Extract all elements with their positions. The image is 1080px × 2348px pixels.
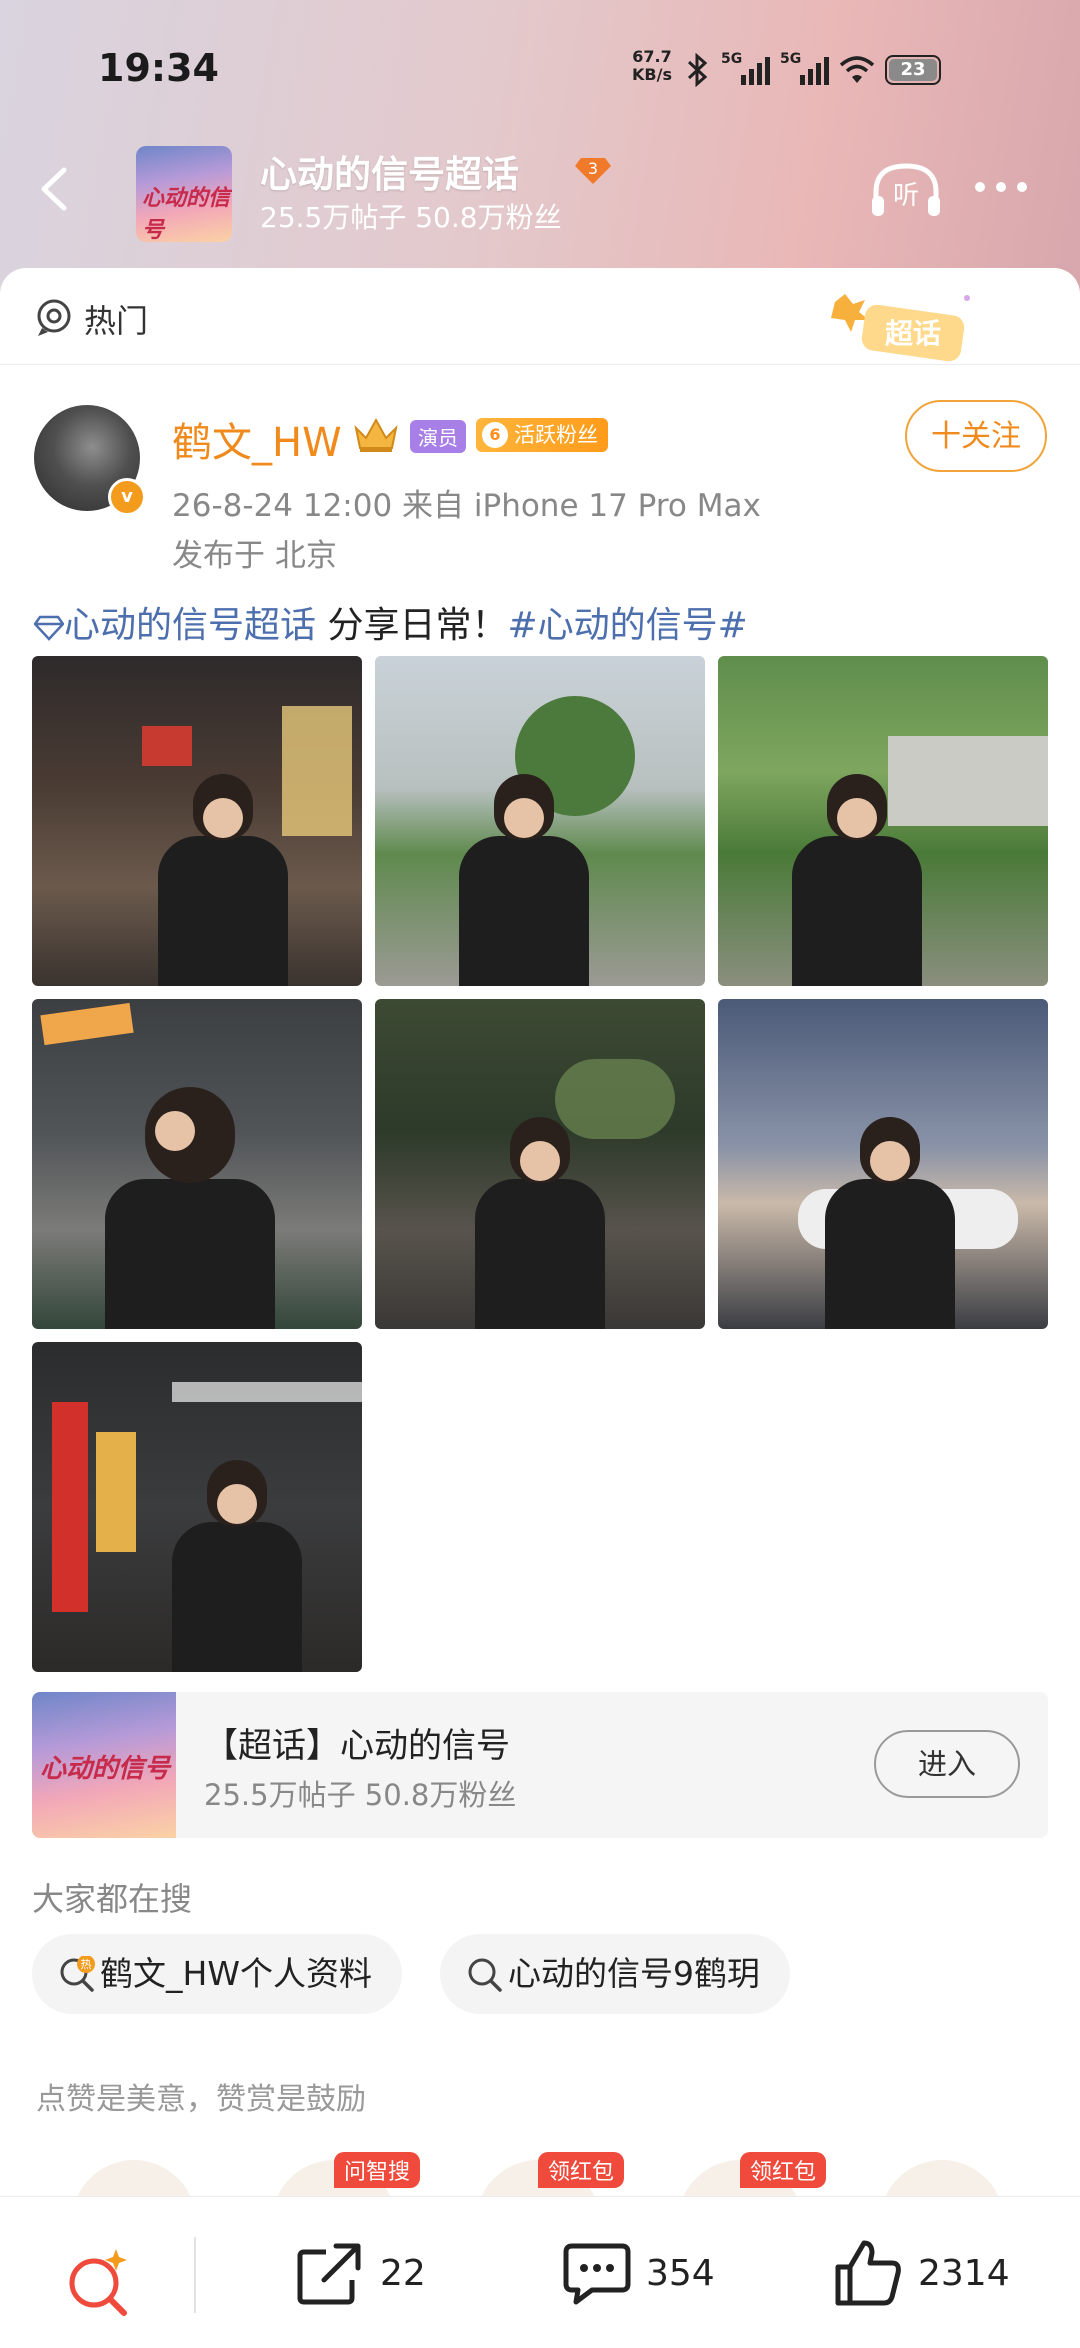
like-count: 2314 (918, 2252, 1010, 2294)
signal-icon: 5G (780, 51, 829, 85)
diamond-icon (33, 615, 65, 641)
verified-badge-icon: v (108, 478, 146, 516)
reward-option[interactable] (72, 2160, 196, 2200)
reward-option[interactable] (880, 2160, 1004, 2200)
location-pin-icon (37, 299, 71, 336)
post-photo[interactable] (32, 1342, 362, 1672)
search-suggestion[interactable]: 心动的信号9鹤玥 (440, 1934, 790, 2014)
hot-search-icon: 热 (60, 1956, 95, 1992)
hashtag-link[interactable]: #心动的信号# (507, 605, 747, 646)
reward-row: 问智搜 领红包 领红包 (0, 2140, 1080, 2200)
search-icon (468, 1958, 502, 1992)
follow-button[interactable]: 十关注 (905, 400, 1047, 472)
reward-note: 点赞是美意，赞赏是鼓励 (36, 2082, 366, 2117)
more-options-icon[interactable] (975, 182, 1027, 192)
post-photo[interactable] (718, 999, 1048, 1329)
page-title[interactable]: 心动的信号超话 (260, 144, 519, 198)
status-time: 19:34 (98, 46, 219, 90)
post-text: 心动的信号超话 分享日常！#心动的信号# (33, 596, 748, 648)
post-photo[interactable] (32, 999, 362, 1329)
share-button[interactable]: 22 (296, 2233, 426, 2313)
supertopic-card[interactable]: 心动的信号 【超话】心动的信号 25.5万帖子 50.8万粉丝 进入 (32, 1692, 1048, 1838)
search-heading: 大家都在搜 (32, 1880, 193, 1918)
hot-tab-row: 热门 超话 (0, 268, 1080, 365)
reward-tag: 领红包 (740, 2152, 827, 2188)
comment-icon (563, 2243, 631, 2305)
supertopic-card-stats: 25.5万帖子 50.8万粉丝 (204, 1778, 517, 1812)
post-photo[interactable] (718, 656, 1048, 986)
comment-count: 354 (646, 2252, 715, 2294)
divider (194, 2237, 196, 2313)
svg-text:3: 3 (588, 159, 598, 178)
supertopic-card-cover: 心动的信号 (32, 1692, 176, 1838)
hot-tab[interactable]: 热门 (84, 296, 148, 342)
supertopic-link[interactable]: 心动的信号超话 (64, 605, 316, 646)
reward-tag: 问智搜 (334, 2152, 421, 2188)
wifi-icon (839, 56, 875, 83)
battery-icon: 23 (885, 55, 941, 85)
share-count: 22 (380, 2252, 426, 2294)
svg-text:超话: 超话 (885, 317, 941, 350)
ai-search-icon[interactable] (62, 2245, 136, 2319)
post-photo[interactable] (375, 656, 705, 986)
header-stats: 25.5万帖子 50.8万粉丝 (260, 201, 562, 234)
enter-button[interactable]: 进入 (874, 1730, 1020, 1798)
network-speed: 67.7 KB/s (632, 47, 672, 84)
active-fan-tag: 6 活跃粉丝 (476, 418, 608, 452)
supertopic-card-title: 【超话】心动的信号 (204, 1726, 510, 1766)
crown-icon (354, 417, 398, 452)
comment-button[interactable]: 354 (562, 2233, 715, 2313)
author-name[interactable]: 鹤文_HW (172, 410, 342, 468)
post-meta: 26-8-24 12:00 来自 iPhone 17 Pro Max (172, 488, 761, 524)
level-badge-icon: 3 (575, 158, 611, 184)
post-photo[interactable] (375, 999, 705, 1329)
like-button[interactable]: 2314 (834, 2233, 1010, 2313)
post-body: 分享日常！ (316, 605, 508, 646)
reward-tag: 领红包 (538, 2152, 625, 2188)
post-photo[interactable] (32, 656, 362, 986)
status-icons: 5G 5G 23 (685, 50, 941, 90)
share-icon (297, 2243, 361, 2305)
signal-icon: 5G (721, 51, 770, 85)
post-location: 发布于 北京 (172, 538, 337, 574)
svg-text:热: 热 (81, 1958, 92, 1971)
back-arrow-icon[interactable] (30, 164, 80, 214)
thumbs-up-icon (835, 2240, 901, 2306)
svg-text:听: 听 (893, 181, 919, 211)
supertopic-header: 心动的信号 心动的信号超话 3 25.5万帖子 50.8万粉丝 听 (0, 140, 1080, 260)
bottom-action-bar: 22 354 2314 (0, 2196, 1080, 2348)
supertopic-cover[interactable]: 心动的信号 (136, 146, 232, 242)
bluetooth-icon (687, 53, 708, 87)
actor-tag: 演员 (410, 420, 466, 453)
status-bar: 19:34 67.7 KB/s 5G 5G 23 (0, 0, 1080, 140)
supertopic-badge: 超话 (831, 294, 970, 362)
headphones-icon[interactable]: 听 (868, 160, 944, 220)
search-suggestion[interactable]: 热 鹤文_HW个人资料 (32, 1934, 402, 2014)
